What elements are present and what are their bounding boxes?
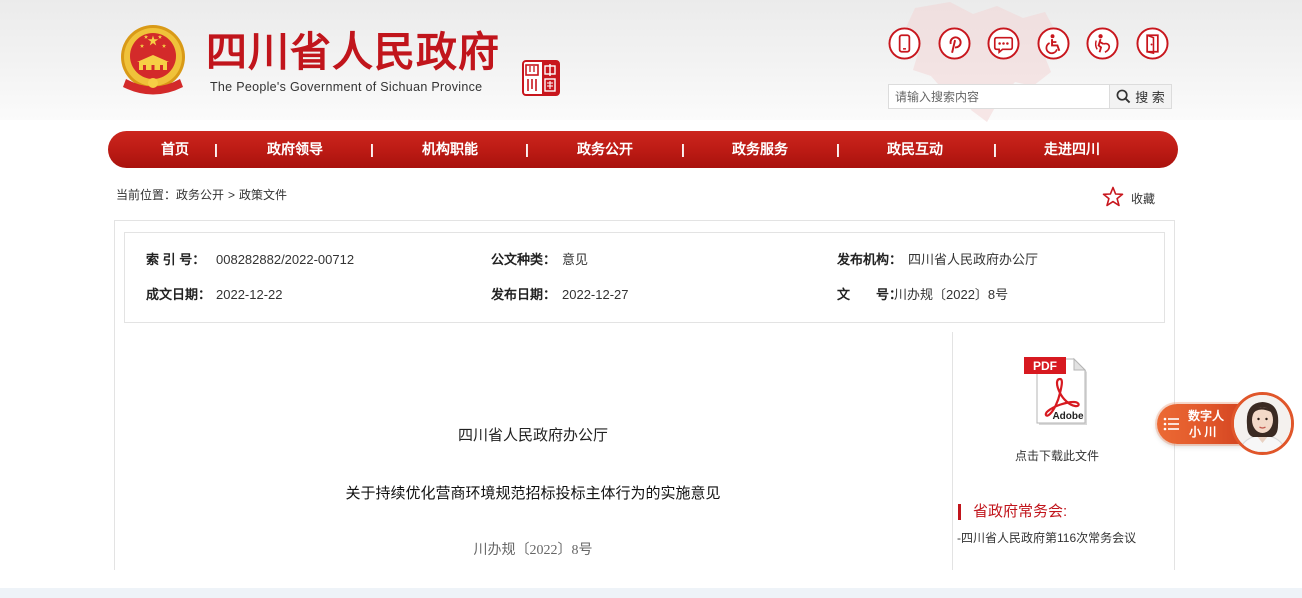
site-title: 四川省人民政府 xyxy=(206,29,500,75)
chat-icon[interactable] xyxy=(987,27,1020,60)
heading-accent-bar xyxy=(958,504,961,520)
star-icon[interactable] xyxy=(1102,186,1124,208)
elderly-icon[interactable] xyxy=(1086,27,1119,60)
nav-item-about-sichuan[interactable]: 走进四川 xyxy=(1044,131,1100,168)
sichuan-seal-logo-icon xyxy=(522,60,560,96)
breadcrumb-item[interactable]: 政策文件 xyxy=(239,188,287,202)
favorite-label[interactable]: 收藏 xyxy=(1131,191,1155,207)
utility-toolbar xyxy=(888,27,1169,60)
mobile-icon[interactable] xyxy=(888,27,921,60)
doc-type-value: 意见 xyxy=(562,252,589,267)
main-nav: 首页 | 政府领导 | 机构职能 | 政务公开 | 政务服务 | 政民互动 | … xyxy=(108,131,1178,168)
created-date-label: 成文日期： xyxy=(146,287,212,302)
search-button-label: 搜 索 xyxy=(1135,90,1165,105)
document-number: 川办规〔2022〕8号 xyxy=(473,543,593,558)
search-button[interactable]: 搜 索 xyxy=(1110,84,1172,109)
pdf-file-icon[interactable]: PDF Adobe xyxy=(1020,352,1094,426)
nav-item-functions[interactable]: 机构职能 xyxy=(422,131,478,168)
p-letter-icon[interactable] xyxy=(937,27,971,60)
index-no-value: 008282882/2022-00712 xyxy=(216,252,355,267)
doc-number-label: 文 号： xyxy=(837,287,903,302)
breadcrumb-item[interactable]: 政务公开 xyxy=(176,188,224,202)
site-subtitle: The People's Government of Sichuan Provi… xyxy=(210,80,483,94)
issuer-value: 四川省人民政府办公厅 xyxy=(908,252,1039,267)
breadcrumb-label: 当前位置： xyxy=(116,188,177,202)
assistant-label-line2: 小 川 xyxy=(1189,425,1217,439)
assistant-avatar-image xyxy=(1234,395,1291,452)
list-icon xyxy=(1163,417,1179,431)
document-metadata: 索 引 号： 008282882/2022-00712 公文种类： 意见 发布机… xyxy=(124,232,1165,323)
meeting-heading-text: 省政府常务会: xyxy=(973,503,1068,520)
meeting-heading: 省政府常务会: xyxy=(958,503,1067,521)
pdf-badge-text: PDF xyxy=(1033,359,1057,373)
nav-item-services[interactable]: 政务服务 xyxy=(732,131,788,168)
assistant-label-line1: 数字人 xyxy=(1188,409,1225,423)
nav-separator: | xyxy=(525,141,529,157)
created-date-value: 2022-12-22 xyxy=(216,287,283,302)
doc-type-label: 公文种类： xyxy=(491,252,557,267)
index-no-label: 索 引 号： xyxy=(146,252,206,267)
avatar[interactable] xyxy=(1231,392,1294,455)
nav-separator: | xyxy=(214,141,218,157)
footer-band xyxy=(0,588,1302,598)
published-date-value: 2022-12-27 xyxy=(562,287,629,302)
national-emblem-icon xyxy=(121,25,185,95)
nav-separator: | xyxy=(993,141,997,157)
wheelchair-icon[interactable] xyxy=(1036,27,1070,60)
door-icon[interactable] xyxy=(1135,27,1169,60)
pdf-brand-text: Adobe xyxy=(1052,411,1084,422)
doc-number-value: 川办规〔2022〕8号 xyxy=(894,287,1009,302)
published-date-label: 发布日期： xyxy=(491,287,557,302)
nav-item-interaction[interactable]: 政民互动 xyxy=(887,131,943,168)
breadcrumb: 当前位置：政务公开 > 政策文件 xyxy=(116,187,287,203)
download-link[interactable]: 点击下载此文件 xyxy=(952,448,1162,464)
nav-item-home[interactable]: 首页 xyxy=(161,131,189,168)
document-issuer: 四川省人民政府办公厅 xyxy=(457,428,608,444)
search-icon xyxy=(1116,89,1131,104)
nav-separator: | xyxy=(836,141,840,157)
nav-item-gov-affairs[interactable]: 政务公开 xyxy=(577,131,633,168)
document-title: 关于持续优化营商环境规范招标投标主体行为的实施意见 xyxy=(345,486,721,502)
nav-separator: | xyxy=(370,141,374,157)
nav-separator: | xyxy=(681,141,685,157)
meeting-link[interactable]: -四川省人民政府第116次常务会议 xyxy=(957,530,1136,546)
issuer-label: 发布机构： xyxy=(837,252,903,267)
search-input[interactable] xyxy=(888,84,1110,109)
nav-item-leaders[interactable]: 政府领导 xyxy=(267,131,323,168)
breadcrumb-separator: > xyxy=(228,188,236,202)
